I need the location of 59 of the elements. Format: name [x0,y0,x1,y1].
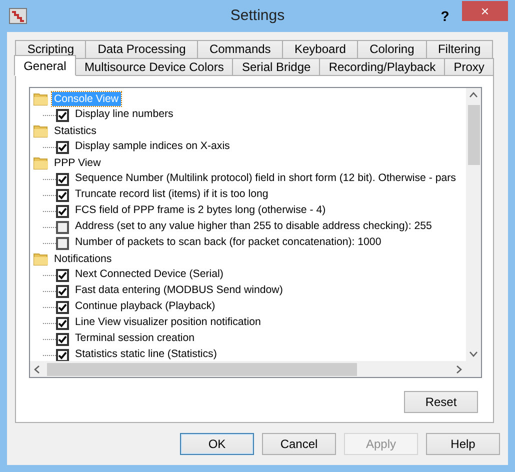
checkbox[interactable] [56,300,69,314]
checkbox[interactable] [56,348,69,361]
tab[interactable]: Filtering [426,40,493,58]
scroll-left-icon[interactable] [33,364,42,374]
setting-label: Terminal session creation [75,331,195,346]
tab[interactable]: Recording/Playback [319,58,446,76]
close-button[interactable]: × [462,1,508,21]
setting-label: Display sample indices on X-axis [75,139,230,154]
checkbox[interactable] [56,188,69,202]
checkbox[interactable] [56,236,69,250]
dialog-button[interactable]: Cancel [262,433,336,455]
dialog-button[interactable]: Help [426,433,500,455]
setting-label: Line View visualizer position notification [75,315,261,330]
help-button[interactable]: ? [428,5,462,27]
window-title: Settings [229,6,286,26]
setting-label: Fast data entering (MODBUS Send window) [75,283,283,298]
checkbox[interactable] [56,268,69,282]
setting-label: Statistics static line (Statistics) [75,347,217,361]
tree-node[interactable]: PPP View [52,156,103,170]
setting-label: Continue playback (Playback) [75,299,216,314]
tab[interactable]: General [14,55,76,76]
setting-label: Sequence Number (Multilink protocol) field in short form (12 bit). Otherwise - pars [75,171,456,186]
horizontal-scrollbar[interactable] [30,361,466,377]
tab[interactable]: Coloring [357,40,427,58]
tab[interactable]: Proxy [444,58,494,76]
dialog-button[interactable]: OK [180,433,254,455]
tab[interactable]: Multisource Device Colors [74,58,234,76]
setting-label: Number of packets to scan back (for packet concatenation): 1000 [75,235,382,250]
tree-node[interactable]: Statistics [52,124,98,138]
checkbox[interactable] [56,172,69,186]
setting-label: Address (set to any value higher than 255 to disable address checking): 255 [75,219,432,234]
tab[interactable]: Data Processing [85,40,198,58]
checkbox[interactable] [56,284,69,298]
folder-icon [33,92,49,106]
folder-icon [33,124,49,138]
checkbox[interactable] [56,108,69,122]
setting-label: FCS field of PPP frame is 2 bytes long (otherwise - 4) [75,203,326,218]
checkbox[interactable] [56,316,69,330]
folder-icon [33,252,49,266]
checkbox[interactable] [56,140,69,154]
scroll-down-icon[interactable] [469,349,478,358]
app-icon [9,8,27,24]
scrollbar-thumb[interactable] [47,362,357,376]
scroll-up-icon[interactable] [469,91,478,100]
reset-button[interactable]: Reset [404,391,478,413]
setting-label: Display line numbers [75,107,174,122]
setting-label: Next Connected Device (Serial) [75,267,224,282]
vertical-scrollbar[interactable] [466,88,481,361]
scrollbar-thumb[interactable] [468,105,480,165]
tab[interactable]: Keyboard [282,40,358,58]
checkbox[interactable] [56,332,69,346]
folder-icon [33,156,49,170]
checkbox[interactable] [56,204,69,218]
checkbox[interactable] [56,220,69,234]
tab[interactable]: Commands [197,40,284,58]
tree-node[interactable]: Notifications [52,252,114,266]
setting-label: Truncate record list (items) if it is too long [75,187,268,202]
scroll-right-icon[interactable] [454,364,463,374]
tab[interactable]: Serial Bridge [232,58,320,76]
